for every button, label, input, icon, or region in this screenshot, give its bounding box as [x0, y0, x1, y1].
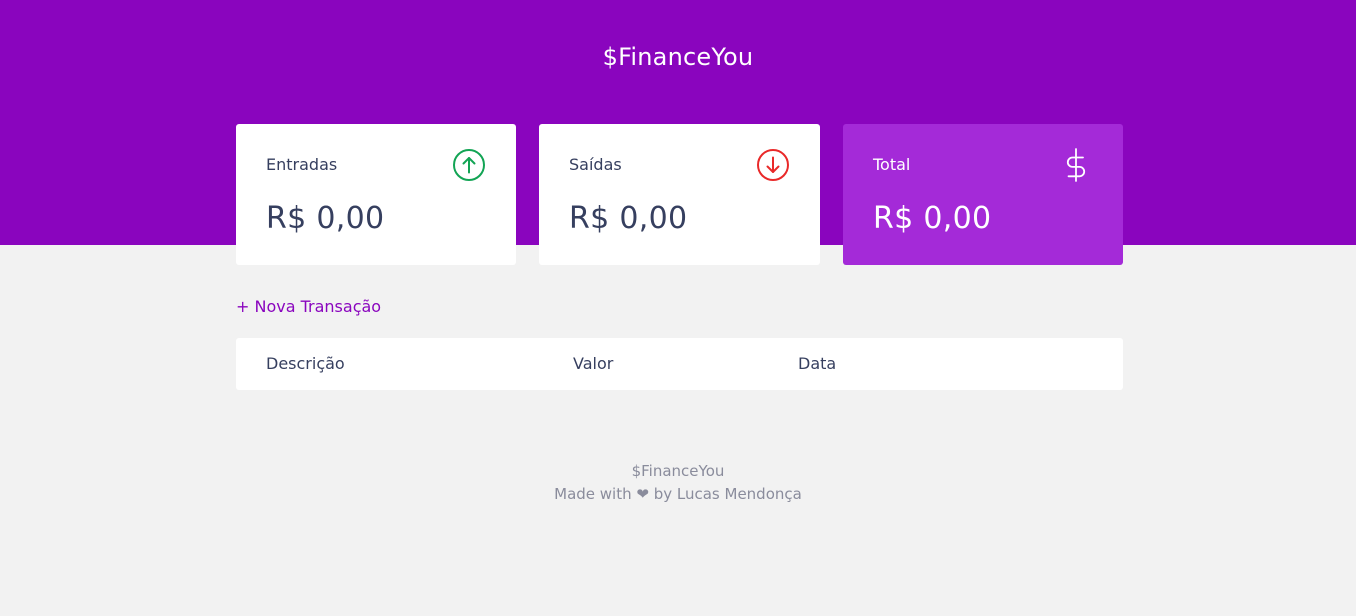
column-header-value: Valor [573, 354, 614, 373]
dollar-sign-icon [1059, 148, 1093, 182]
expense-value: R$ 0,00 [569, 201, 688, 236]
transactions-table: Descrição Valor Data [236, 338, 1123, 390]
income-value: R$ 0,00 [266, 201, 385, 236]
column-header-date: Data [798, 354, 837, 373]
new-transaction-button[interactable]: + Nova Transação [236, 297, 381, 316]
app-logo: $FinanceYou [602, 43, 754, 71]
total-label: Total [873, 155, 911, 174]
arrow-down-circle-icon [756, 148, 790, 182]
income-card: Entradas R$ 0,00 [236, 124, 516, 265]
column-header-description: Descrição [266, 354, 345, 373]
total-value: R$ 0,00 [873, 201, 992, 236]
total-card: Total R$ 0,00 [843, 124, 1123, 265]
expense-card: Saídas R$ 0,00 [539, 124, 820, 265]
footer-credit: Made with ❤ by Lucas Mendonça [554, 485, 802, 503]
expense-label: Saídas [569, 155, 622, 174]
income-label: Entradas [266, 155, 338, 174]
footer-brand: $FinanceYou [631, 462, 725, 480]
footer: $FinanceYou Made with ❤ by Lucas Mendonç… [0, 460, 1356, 506]
arrow-up-circle-icon [452, 148, 486, 182]
